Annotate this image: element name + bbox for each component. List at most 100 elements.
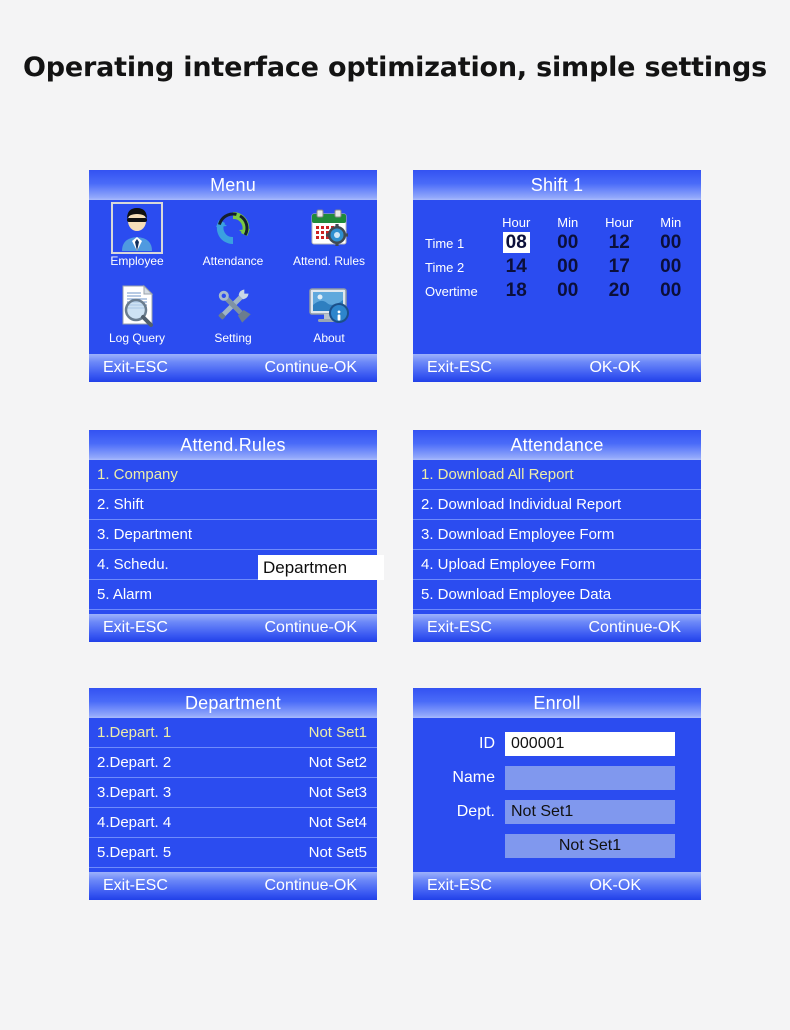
list-item-label: 3. Department [97, 526, 193, 543]
shift-time2-min1[interactable]: 00 [546, 255, 590, 279]
panel-enroll-content: ID 000001 Name Dept. Not Set1 Not Set1 [413, 718, 701, 872]
menu-item-attend-rules-label: Attend. Rules [292, 254, 366, 268]
list-item[interactable]: 2. Shift [89, 490, 377, 520]
shift-row-overtime: Overtime 18 00 20 00 [421, 279, 693, 303]
continue-ok-button[interactable]: Continue-OK [265, 359, 364, 377]
shift-row-overtime-label: Overtime [425, 283, 478, 299]
list-item[interactable]: 3. Department [89, 520, 377, 550]
continue-ok-button[interactable]: Continue-OK [265, 877, 364, 895]
shift-overtime-hour2[interactable]: 20 [590, 279, 649, 303]
list-item-label: 2. Shift [97, 496, 144, 513]
exit-esc-button[interactable]: Exit-ESC [103, 619, 168, 637]
shift-time2-hour1[interactable]: 14 [487, 255, 546, 279]
list-item-label: 1. Download All Report [421, 466, 574, 483]
list-item[interactable]: 2.Depart. 2 Not Set2 [89, 748, 377, 778]
shift-header-min-2: Min [660, 215, 682, 230]
panel-enroll-footer: Exit-ESC OK-OK [413, 872, 701, 900]
list-item-label: 2.Depart. 2 [97, 754, 172, 771]
shift-header-row: Hour Min Hour Min [421, 214, 693, 231]
menu-item-log-query[interactable]: Log Query [89, 277, 185, 354]
ok-ok-button[interactable]: OK-OK [589, 359, 687, 377]
list-item-label: 1. Company [97, 466, 178, 483]
list-item-label: 4.Depart. 4 [97, 814, 172, 831]
panel-attendance-content: 1. Download All Report 2. Download Indiv… [413, 460, 701, 614]
panel-menu-content: Employee Attendance Attend. Rules Log Qu… [89, 200, 377, 354]
shift-time2-hour2[interactable]: 17 [590, 255, 649, 279]
menu-item-setting[interactable]: Setting [185, 277, 281, 354]
attendance-list: 1. Download All Report 2. Download Indiv… [413, 460, 701, 610]
list-item-value: Not Set4 [308, 814, 367, 831]
menu-item-setting-label: Setting [214, 331, 252, 345]
enroll-name-input[interactable] [505, 766, 675, 790]
department-popup[interactable]: Departmen [258, 555, 384, 580]
list-item[interactable]: 1.Depart. 1 Not Set1 [89, 718, 377, 748]
panel-shift: Shift 1 Hour Min Hour Min Time 1 08 00 1… [413, 170, 701, 382]
page-root: Operating interface optimization, simple… [0, 0, 790, 1030]
menu-item-about[interactable]: About [281, 277, 377, 354]
exit-esc-button[interactable]: Exit-ESC [427, 619, 492, 637]
shift-time1-hour1[interactable]: 08 [487, 231, 546, 255]
list-item-label: 5. Alarm [97, 586, 153, 603]
menu-item-attendance-label: Attendance [202, 254, 264, 268]
exit-esc-button[interactable]: Exit-ESC [427, 359, 492, 377]
menu-item-attend-rules[interactable]: Attend. Rules [281, 200, 377, 277]
shift-time1-hour2[interactable]: 12 [590, 231, 649, 255]
exit-esc-button[interactable]: Exit-ESC [103, 877, 168, 895]
panel-attend-rules-title: Attend.Rules [89, 430, 377, 460]
enroll-field-dept-option-row: Not Set1 [443, 834, 675, 858]
list-item[interactable]: 3.Depart. 3 Not Set3 [89, 778, 377, 808]
enroll-dept-option[interactable]: Not Set1 [505, 834, 675, 858]
shift-row-time1: Time 1 08 00 12 00 [421, 231, 693, 255]
attendance-icon [210, 205, 256, 251]
enroll-dept-label: Dept. [456, 803, 495, 820]
employee-icon [111, 202, 163, 254]
panel-menu: Menu Employee Attendance Attend. Rules L… [89, 170, 377, 382]
enroll-form: ID 000001 Name Dept. Not Set1 Not Set1 [413, 718, 701, 872]
enroll-field-dept-row: Dept. Not Set1 [443, 800, 675, 824]
menu-grid: Employee Attendance Attend. Rules Log Qu… [89, 200, 377, 354]
list-item[interactable]: 5. Download Employee Data [413, 580, 701, 610]
list-item[interactable]: 4.Depart. 4 Not Set4 [89, 808, 377, 838]
shift-row-time2: Time 2 14 00 17 00 [421, 255, 693, 279]
list-item[interactable]: 2. Download Individual Report [413, 490, 701, 520]
panel-attendance-footer: Exit-ESC Continue-OK [413, 614, 701, 642]
shift-header-hour-2: Hour [605, 215, 634, 230]
list-item-label: 3.Depart. 3 [97, 784, 172, 801]
exit-esc-button[interactable]: Exit-ESC [103, 359, 168, 377]
shift-time1-min2[interactable]: 00 [648, 231, 693, 255]
shift-overtime-min1[interactable]: 00 [546, 279, 590, 303]
panel-attend-rules-content: 1. Company 2. Shift 3. Department 4. Sch… [89, 460, 377, 614]
menu-item-attendance[interactable]: Attendance [185, 200, 281, 277]
list-item[interactable]: 5.Depart. 5 Not Set5 [89, 838, 377, 868]
panel-enroll: Enroll ID 000001 Name Dept. Not Set1 Not… [413, 688, 701, 900]
menu-item-about-label: About [313, 331, 345, 345]
enroll-id-input[interactable]: 000001 [505, 732, 675, 756]
list-item[interactable]: 4. Upload Employee Form [413, 550, 701, 580]
shift-time2-min2[interactable]: 00 [648, 255, 693, 279]
list-item-value: Not Set2 [308, 754, 367, 771]
list-item-label: 4. Upload Employee Form [421, 556, 596, 573]
exit-esc-button[interactable]: Exit-ESC [427, 877, 492, 895]
list-item-value: Not Set1 [308, 724, 367, 741]
list-item[interactable]: 3. Download Employee Form [413, 520, 701, 550]
page-title: Operating interface optimization, simple… [23, 52, 767, 83]
department-list: 1.Depart. 1 Not Set1 2.Depart. 2 Not Set… [89, 718, 377, 868]
panel-menu-footer: Exit-ESC Continue-OK [89, 354, 377, 382]
shift-time1-min1[interactable]: 00 [546, 231, 590, 255]
enroll-field-name-row: Name [443, 766, 675, 790]
menu-item-employee[interactable]: Employee [89, 200, 185, 277]
continue-ok-button[interactable]: Continue-OK [589, 619, 688, 637]
shift-row-time2-label: Time 2 [425, 259, 465, 275]
list-item[interactable]: 1. Company [89, 460, 377, 490]
menu-item-employee-label: Employee [110, 254, 164, 268]
enroll-dept-input[interactable]: Not Set1 [505, 800, 675, 824]
continue-ok-button[interactable]: Continue-OK [265, 619, 364, 637]
list-item[interactable]: 5. Alarm [89, 580, 377, 610]
shift-overtime-min2[interactable]: 00 [648, 279, 693, 303]
list-item-label: 5.Depart. 5 [97, 844, 172, 861]
list-item[interactable]: 1. Download All Report [413, 460, 701, 490]
list-item-label: 5. Download Employee Data [421, 586, 612, 603]
attend-rules-icon [306, 205, 352, 251]
ok-ok-button[interactable]: OK-OK [589, 877, 687, 895]
shift-overtime-hour1[interactable]: 18 [487, 279, 546, 303]
